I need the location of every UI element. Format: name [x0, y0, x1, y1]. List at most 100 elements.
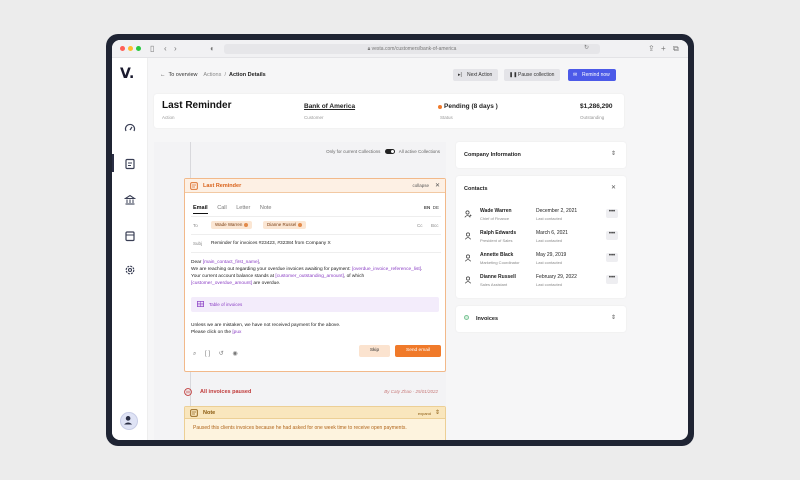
- lang-en[interactable]: EN: [424, 205, 430, 210]
- divider: [191, 234, 441, 235]
- table-of-invoices-block[interactable]: Table of invoices: [191, 297, 439, 312]
- user-avatar[interactable]: [120, 412, 138, 430]
- skip-button[interactable]: Skip: [359, 345, 390, 357]
- template-variable: [main_contact_first_name]: [202, 260, 259, 265]
- outstanding-amount: $1,286,290: [580, 103, 613, 110]
- calendar-icon[interactable]: [124, 230, 136, 242]
- divider: [191, 216, 441, 217]
- pause-collection-button[interactable]: ❚❚ Pause collection: [504, 69, 561, 81]
- note-header[interactable]: Note expand ⇕: [185, 407, 445, 419]
- browser-toolbar: ▯ ‹ › ◐ 🔒︎ vesta.com/customers/bank-of-a…: [112, 40, 688, 58]
- company-information-card[interactable]: Company Information ⇕: [456, 142, 626, 168]
- template-variable: [customer_overdue_amount]: [191, 281, 253, 286]
- contact-row: Annette Black Marketing Coordinator May …: [464, 250, 620, 268]
- tab-call[interactable]: Call: [217, 205, 226, 211]
- email-body-continued[interactable]: Unless we are mistaken, we have not rece…: [191, 322, 441, 336]
- invoices-card[interactable]: Invoices ⇕: [456, 306, 626, 332]
- to-label: To: [193, 223, 198, 228]
- more-options-button[interactable]: •••: [606, 209, 618, 218]
- app-logo[interactable]: V.: [120, 66, 134, 82]
- back-arrow-icon[interactable]: ←: [160, 72, 166, 78]
- bcc-button[interactable]: Bcc: [431, 223, 439, 228]
- collections-toggle[interactable]: [384, 149, 395, 155]
- invoices-title: Invoices: [476, 316, 499, 322]
- collapse-icon[interactable]: ✕: [611, 184, 616, 191]
- document-icon[interactable]: [124, 158, 136, 170]
- expand-icon[interactable]: ⇕: [611, 150, 616, 157]
- company-information-title: Company Information: [464, 152, 521, 158]
- table-icon: [197, 301, 204, 307]
- contact-date: March 6, 2021: [536, 230, 568, 236]
- recipient-chip[interactable]: Wade Warren: [211, 221, 253, 229]
- preview-eye-icon[interactable]: ◉: [232, 351, 237, 357]
- recipient-chip[interactable]: Dianne Russel: [263, 221, 307, 229]
- contact-name[interactable]: Dianne Russell: [480, 274, 516, 280]
- remove-icon: [244, 222, 249, 227]
- send-email-button[interactable]: Send email: [395, 345, 441, 357]
- collapse-label[interactable]: collapse: [412, 183, 429, 188]
- more-options-button[interactable]: •••: [606, 253, 618, 262]
- contact-name[interactable]: Ralph Edwards: [480, 230, 516, 236]
- contact-date: December 2, 2021: [536, 208, 578, 214]
- forward-arrow-icon[interactable]: ›: [174, 44, 177, 53]
- remind-now-label: Remind now: [582, 72, 610, 78]
- editor-toolbar: ⌕ [ ] ↺ ◉: [193, 350, 245, 358]
- contact-role: Chief of Finance: [480, 216, 510, 221]
- tab-email[interactable]: Email: [193, 205, 208, 214]
- back-arrow-icon[interactable]: ‹: [164, 44, 167, 53]
- remind-now-button[interactable]: ✉ Remind now: [568, 69, 616, 81]
- reload-icon[interactable]: ↻: [584, 44, 589, 53]
- breadcrumb-actions[interactable]: Actions: [203, 72, 221, 78]
- table-of-invoices-label: Table of invoices: [209, 302, 243, 307]
- url-text: vesta.com/customers/bank-of-america: [371, 46, 457, 52]
- bank-icon[interactable]: [124, 194, 136, 206]
- reminder-header[interactable]: Last Reminder collapse ✕: [185, 179, 445, 193]
- cc-button[interactable]: Cc: [417, 223, 423, 228]
- gear-icon[interactable]: [124, 264, 136, 276]
- collapse-icon[interactable]: ✕: [435, 182, 440, 189]
- app-sidebar: V.: [112, 58, 148, 440]
- breadcrumb-current: Action Details: [229, 72, 266, 78]
- more-options-button[interactable]: •••: [606, 231, 618, 240]
- to-overview-link[interactable]: To overview: [168, 72, 197, 78]
- last-contacted-label: Last contacted: [536, 216, 563, 221]
- close-window-dot[interactable]: [120, 46, 125, 51]
- undo-icon[interactable]: ↺: [219, 351, 224, 357]
- subject-input[interactable]: Reminder for invoices #23423, #32384 fro…: [211, 241, 331, 246]
- sidebar-toggle-icon[interactable]: ▯: [150, 44, 154, 53]
- minimize-window-dot[interactable]: [128, 46, 133, 51]
- user-icon: [465, 276, 471, 284]
- tab-note[interactable]: Note: [260, 205, 272, 211]
- tabs-overview-icon[interactable]: ⧉: [673, 44, 679, 53]
- shield-icon[interactable]: ◐: [210, 44, 215, 53]
- attachment-icon[interactable]: ⌕: [193, 351, 196, 357]
- expand-label[interactable]: expand: [418, 411, 431, 416]
- more-options-button[interactable]: •••: [606, 275, 618, 284]
- toggle-left-label: Only for current Collections: [326, 149, 381, 154]
- toggle-right-label: All active Collections: [398, 149, 440, 154]
- expand-icon[interactable]: ⇕: [611, 314, 616, 321]
- contact-date: February 29, 2022: [536, 274, 577, 280]
- contact-name[interactable]: Wade Warren: [480, 208, 512, 214]
- contact-row: Ralph Edwards President of Sales March 6…: [464, 228, 620, 246]
- customer-link[interactable]: Bank of America: [304, 103, 355, 110]
- action-title: Last Reminder: [162, 100, 232, 111]
- contact-name[interactable]: Annette Black: [480, 252, 513, 258]
- email-body[interactable]: Dear [main_contact_first_name], We are r…: [191, 259, 441, 287]
- contact-role: Marketing Coordinator: [480, 260, 520, 265]
- note-text: Paused this clients invoices because he …: [193, 425, 407, 431]
- dashboard-icon[interactable]: [124, 122, 136, 134]
- paused-meta: By Caty Zhao · 25/01/2022: [384, 389, 438, 394]
- maximize-window-dot[interactable]: [136, 46, 141, 51]
- expand-icon[interactable]: ⇕: [435, 409, 440, 416]
- address-bar[interactable]: 🔒︎ vesta.com/customers/bank-of-america: [224, 44, 600, 54]
- lang-de[interactable]: DE: [433, 205, 439, 210]
- share-icon[interactable]: ⇪: [648, 44, 655, 53]
- next-action-button[interactable]: ▸| Next Action: [453, 69, 499, 81]
- tab-letter[interactable]: Letter: [236, 205, 250, 211]
- variable-brackets-icon[interactable]: [ ]: [205, 351, 210, 357]
- new-tab-icon[interactable]: +: [661, 44, 666, 53]
- customer-label: Customer: [304, 115, 324, 120]
- status-value: Pending (8 days ): [444, 103, 498, 110]
- pause-circle-icon: [184, 388, 192, 396]
